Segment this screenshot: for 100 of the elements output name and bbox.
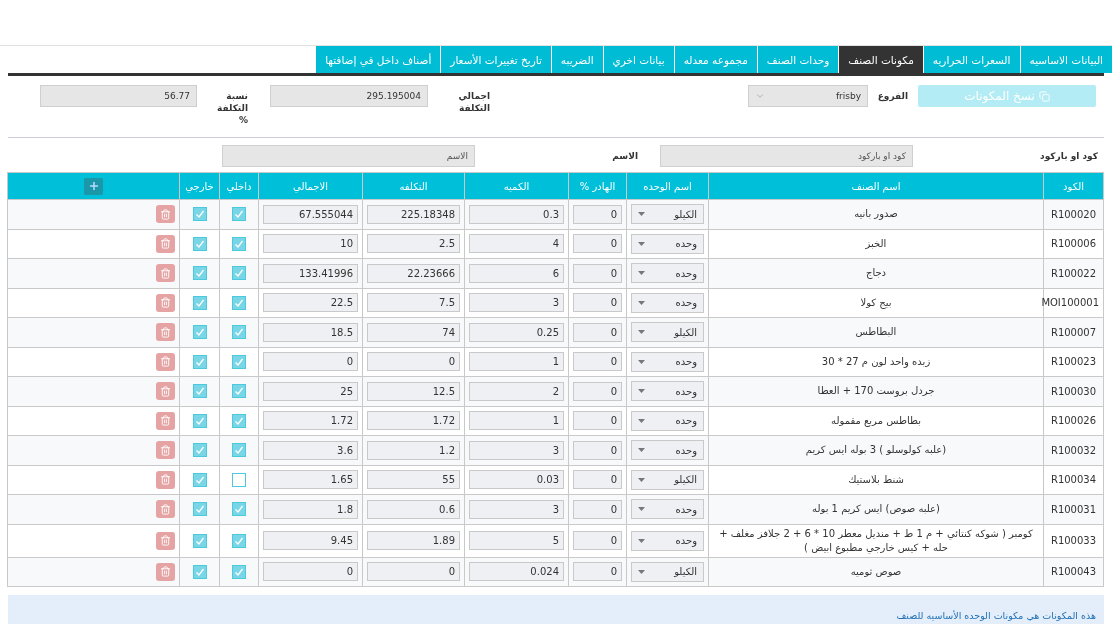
delete-button[interactable]: [156, 234, 175, 253]
checkbox[interactable]: [192, 443, 207, 458]
delete-button[interactable]: [156, 562, 175, 581]
checkbox[interactable]: [192, 325, 207, 340]
total-field[interactable]: 10: [263, 234, 358, 254]
total-field[interactable]: 0: [263, 562, 358, 582]
cost-ratio-field[interactable]: 56.77: [40, 85, 197, 107]
delete-button[interactable]: [156, 441, 175, 460]
cost-field[interactable]: 0: [367, 562, 460, 582]
delete-button[interactable]: [156, 411, 175, 430]
delete-button[interactable]: [156, 323, 175, 342]
quantity-field[interactable]: 0.03: [469, 470, 564, 490]
cost-field[interactable]: 74: [367, 322, 460, 342]
unit-select[interactable]: وحده: [631, 292, 704, 313]
waste-field[interactable]: 0: [573, 204, 622, 224]
total-field[interactable]: 25: [263, 381, 358, 401]
checkbox[interactable]: [192, 413, 207, 428]
unit-select[interactable]: الكيلو: [631, 469, 704, 490]
checkbox[interactable]: [232, 266, 246, 281]
total-field[interactable]: 3.6: [263, 440, 358, 460]
quantity-field[interactable]: 0.3: [469, 204, 564, 224]
unit-select[interactable]: وحده: [631, 381, 704, 402]
cost-field[interactable]: 225.18348: [367, 204, 460, 224]
waste-field[interactable]: 0: [573, 499, 622, 519]
cost-field[interactable]: 2.5: [367, 234, 460, 254]
cost-field[interactable]: 55: [367, 470, 460, 490]
checkbox[interactable]: [192, 207, 207, 222]
waste-field[interactable]: 0: [573, 531, 622, 550]
name-search-field[interactable]: الاسم: [222, 145, 475, 167]
checkbox[interactable]: [232, 443, 246, 458]
add-button[interactable]: [84, 177, 103, 195]
checkbox[interactable]: [232, 413, 246, 428]
checkbox[interactable]: [232, 325, 246, 340]
unit-select[interactable]: وحده: [631, 351, 704, 372]
unit-select[interactable]: الكيلو: [631, 561, 704, 582]
checkbox[interactable]: [192, 295, 207, 310]
waste-field[interactable]: 0: [573, 234, 622, 254]
cost-field[interactable]: 22.23666: [367, 263, 460, 283]
total-field[interactable]: 18.5: [263, 322, 358, 342]
waste-field[interactable]: 0: [573, 411, 622, 431]
checkbox[interactable]: [192, 564, 207, 579]
quantity-field[interactable]: 3: [469, 499, 564, 519]
unit-select[interactable]: الكيلو: [631, 322, 704, 343]
checkbox[interactable]: [232, 502, 246, 517]
checkbox[interactable]: [232, 384, 246, 399]
quantity-field[interactable]: 1: [469, 352, 564, 372]
unit-select[interactable]: الكيلو: [631, 204, 704, 225]
total-field[interactable]: 1.65: [263, 470, 358, 490]
checkbox[interactable]: [232, 564, 246, 579]
cost-field[interactable]: 0.6: [367, 499, 460, 519]
unit-select[interactable]: وحده: [631, 233, 704, 254]
waste-field[interactable]: 0: [573, 440, 622, 460]
delete-button[interactable]: [156, 352, 175, 371]
checkbox[interactable]: [192, 472, 207, 487]
total-field[interactable]: 67.555044: [263, 204, 358, 224]
checkbox[interactable]: [232, 472, 246, 487]
quantity-field[interactable]: 3: [469, 440, 564, 460]
unit-select[interactable]: وحده: [631, 499, 704, 520]
total-field[interactable]: 1.72: [263, 411, 358, 431]
unit-select[interactable]: وحده: [631, 410, 704, 431]
waste-field[interactable]: 0: [573, 562, 622, 582]
checkbox[interactable]: [192, 502, 207, 517]
waste-field[interactable]: 0: [573, 352, 622, 372]
total-field[interactable]: 133.41996: [263, 263, 358, 283]
unit-select[interactable]: وحده: [631, 263, 704, 284]
unit-select[interactable]: وحده: [631, 530, 704, 551]
checkbox[interactable]: [192, 384, 207, 399]
quantity-field[interactable]: 2: [469, 381, 564, 401]
cost-field[interactable]: 1.72: [367, 411, 460, 431]
checkbox[interactable]: [192, 266, 207, 281]
checkbox[interactable]: [192, 354, 207, 369]
waste-field[interactable]: 0: [573, 322, 622, 342]
delete-button[interactable]: [156, 205, 175, 224]
checkbox[interactable]: [232, 533, 246, 548]
quantity-field[interactable]: 1: [469, 411, 564, 431]
quantity-field[interactable]: 5: [469, 531, 564, 550]
delete-button[interactable]: [156, 382, 175, 401]
total-field[interactable]: 22.5: [263, 293, 358, 313]
quantity-field[interactable]: 0.024: [469, 562, 564, 582]
cost-field[interactable]: 1.2: [367, 440, 460, 460]
waste-field[interactable]: 0: [573, 263, 622, 283]
delete-button[interactable]: [156, 293, 175, 312]
cost-field[interactable]: 1.89: [367, 531, 460, 550]
waste-field[interactable]: 0: [573, 293, 622, 313]
total-field[interactable]: 9.45: [263, 531, 358, 550]
unit-select[interactable]: وحده: [631, 440, 704, 461]
delete-button[interactable]: [156, 264, 175, 283]
cost-field[interactable]: 7.5: [367, 293, 460, 313]
checkbox[interactable]: [232, 207, 246, 222]
quantity-field[interactable]: 3: [469, 293, 564, 313]
delete-button[interactable]: [156, 470, 175, 489]
checkbox[interactable]: [232, 354, 246, 369]
checkbox[interactable]: [192, 236, 207, 251]
tab[interactable]: مكونات الصنف: [838, 46, 923, 73]
quantity-field[interactable]: 6: [469, 263, 564, 283]
cost-field[interactable]: 0: [367, 352, 460, 372]
cost-field[interactable]: 12.5: [367, 381, 460, 401]
branch-select[interactable]: frisby: [748, 85, 868, 107]
quantity-field[interactable]: 0.25: [469, 322, 564, 342]
waste-field[interactable]: 0: [573, 381, 622, 401]
